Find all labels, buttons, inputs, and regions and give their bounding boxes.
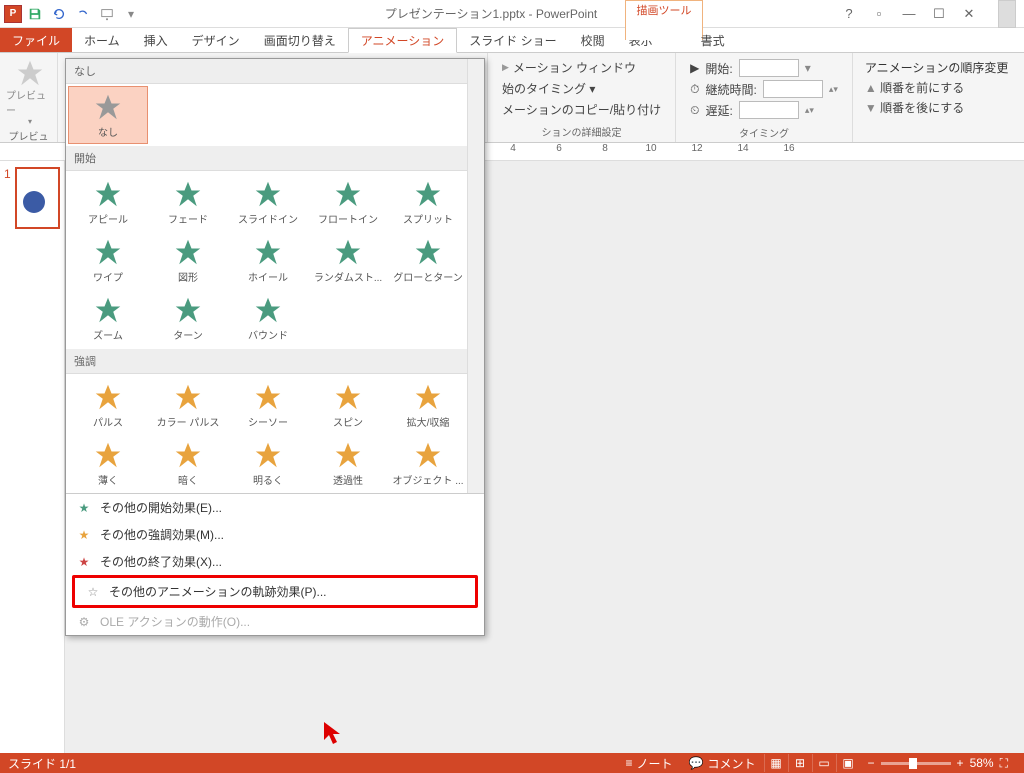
slideshow-view-button[interactable]: ▣ xyxy=(836,754,860,772)
tab-file[interactable]: ファイル xyxy=(0,28,72,52)
more-entrance-effects[interactable]: ★その他の開始効果(E)... xyxy=(66,494,484,521)
group-preview: プレビュー ▾ プレビュー xyxy=(0,53,58,142)
anim-item[interactable]: 薄く xyxy=(68,434,148,492)
anim-item[interactable]: スライドイン xyxy=(228,173,308,231)
reading-view-button[interactable]: ▭ xyxy=(812,754,836,772)
undo-button[interactable] xyxy=(48,3,70,25)
anim-item[interactable]: 透過性 xyxy=(308,434,388,492)
anim-item[interactable]: 補色 xyxy=(68,492,148,493)
tab-design[interactable]: デザイン xyxy=(180,28,252,52)
comments-button[interactable]: 💬 コメント xyxy=(681,755,764,772)
tab-transitions[interactable]: 画面切り替え xyxy=(252,28,348,52)
zoom-in-button[interactable]: + xyxy=(957,756,964,770)
anim-item[interactable]: フォントの色 xyxy=(388,492,468,493)
notes-button[interactable]: ≡ ノート xyxy=(618,755,681,772)
shape-oval-icon xyxy=(23,191,45,213)
save-button[interactable] xyxy=(24,3,46,25)
sorter-view-button[interactable]: ⊞ xyxy=(788,754,812,772)
slide-counter: スライド 1/1 xyxy=(8,755,76,772)
quick-access-toolbar: P ▾ xyxy=(0,3,142,25)
redo-button[interactable] xyxy=(72,3,94,25)
tab-format[interactable]: 書式 xyxy=(689,28,737,52)
preview-button[interactable]: プレビュー ▾ xyxy=(6,55,54,126)
gallery-more-menu: ★その他の開始効果(E)... ★その他の強調効果(M)... ★その他の終了効… xyxy=(66,493,484,635)
anim-item[interactable]: オブジェクト ... xyxy=(388,434,468,492)
user-avatar[interactable] xyxy=(998,0,1016,28)
ribbon-tabs: ファイル ホーム 挿入 デザイン 画面切り替え アニメーション スライド ショー… xyxy=(0,28,1024,53)
anim-item[interactable]: ターン xyxy=(148,289,228,347)
more-exit-effects[interactable]: ★その他の終了効果(X)... xyxy=(66,548,484,575)
group-reorder: アニメーションの順序変更 ▲ 順番を前にする ▼ 順番を後にする xyxy=(853,53,1021,142)
ribbon-options-button[interactable]: ▫ xyxy=(870,6,888,21)
tab-animations[interactable]: アニメーション xyxy=(348,28,458,53)
window-title: プレゼンテーション1.pptx - PowerPoint xyxy=(142,5,840,22)
zoom-out-button[interactable]: − xyxy=(868,756,875,770)
anim-item[interactable]: カラー パルス xyxy=(148,376,228,434)
move-earlier-button[interactable]: ▲ 順番を前にする xyxy=(865,79,1009,96)
group-timing: ▶開始:▾ ⏱継続時間:▴▾ ⏲遅延:▴▾ タイミング xyxy=(676,53,853,142)
anim-item[interactable]: シーソー xyxy=(228,376,308,434)
slide-thumbnail-panel: 1 xyxy=(0,161,65,753)
close-button[interactable]: ✕ xyxy=(960,6,978,22)
window-controls: ? ▫ — ☐ ✕ xyxy=(840,0,1024,28)
anim-item[interactable]: パルス xyxy=(68,376,148,434)
tab-slideshow[interactable]: スライド ショー xyxy=(457,28,568,52)
help-button[interactable]: ? xyxy=(840,6,858,21)
view-buttons: ▦ ⊞ ▭ ▣ xyxy=(764,754,860,772)
anim-item[interactable]: ブラシの色 xyxy=(308,492,388,493)
anim-item[interactable]: スピン xyxy=(308,376,388,434)
app-icon: P xyxy=(4,5,22,23)
gallery-scrollbar[interactable] xyxy=(467,59,484,493)
anim-item[interactable]: 暗く xyxy=(148,434,228,492)
ole-action-verbs: ⚙OLE アクションの動作(O)... xyxy=(66,608,484,635)
anim-item[interactable]: 塗りつぶしの色 xyxy=(228,492,308,493)
zoom-control[interactable]: − + 58% ⛶ xyxy=(860,756,1016,771)
tab-review[interactable]: 校閲 xyxy=(569,28,617,52)
minimize-button[interactable]: — xyxy=(900,6,918,21)
anim-item[interactable]: バウンド xyxy=(228,289,308,347)
anim-item[interactable]: ワイプ xyxy=(68,231,148,289)
anim-item[interactable]: アピール xyxy=(68,173,148,231)
start-slideshow-button[interactable] xyxy=(96,3,118,25)
more-motion-path-effects[interactable]: ☆その他のアニメーションの軌跡効果(P)... xyxy=(75,578,475,605)
anim-item[interactable]: フェード xyxy=(148,173,228,231)
trigger-button[interactable]: 始のタイミング ▾ xyxy=(502,80,661,97)
normal-view-button[interactable]: ▦ xyxy=(764,754,788,772)
maximize-button[interactable]: ☐ xyxy=(930,6,948,22)
duration-field[interactable] xyxy=(763,80,823,98)
title-bar: P ▾ プレゼンテーション1.pptx - PowerPoint ? ▫ — ☐… xyxy=(0,0,1024,28)
anim-item[interactable]: スプリット xyxy=(388,173,468,231)
animation-painter-button[interactable]: メーションのコピー/貼り付け xyxy=(502,101,661,118)
anim-item[interactable]: ホイール xyxy=(228,231,308,289)
anim-item[interactable]: グローとターン xyxy=(388,231,468,289)
cursor-arrow-icon xyxy=(322,720,350,748)
move-later-button[interactable]: ▼ 順番を後にする xyxy=(865,99,1009,116)
slide-thumbnail-1[interactable] xyxy=(15,167,60,229)
start-field[interactable] xyxy=(739,59,799,77)
anim-item[interactable]: 明るく xyxy=(228,434,308,492)
status-bar: スライド 1/1 ≡ ノート 💬 コメント ▦ ⊞ ▭ ▣ − + 58% ⛶ xyxy=(0,753,1024,773)
anim-item[interactable]: 拡大/収縮 xyxy=(388,376,468,434)
anim-item[interactable]: ズーム xyxy=(68,289,148,347)
animation-gallery-dropdown: なし なし 開始 アピールフェードスライドインフロートインスプリットワイプ図形ホ… xyxy=(65,58,485,636)
anim-item[interactable]: フロートイン xyxy=(308,173,388,231)
fit-to-window-button[interactable]: ⛶ xyxy=(1000,756,1008,771)
anim-item[interactable]: ランダムスト... xyxy=(308,231,388,289)
tab-home[interactable]: ホーム xyxy=(72,28,132,52)
animation-pane-button[interactable]: ▶メーション ウィンドウ xyxy=(502,59,661,76)
more-emphasis-effects[interactable]: ★その他の強調効果(M)... xyxy=(66,521,484,548)
customize-qat-button[interactable]: ▾ xyxy=(120,3,142,25)
anim-item[interactable]: 線の色 xyxy=(148,492,228,493)
anim-none[interactable]: なし xyxy=(68,86,148,144)
anim-item[interactable]: 図形 xyxy=(148,231,228,289)
group-advanced-animation: ▶メーション ウィンドウ 始のタイミング ▾ メーションのコピー/貼り付け ショ… xyxy=(488,53,676,142)
tab-insert[interactable]: 挿入 xyxy=(132,28,180,52)
delay-field[interactable] xyxy=(739,101,799,119)
